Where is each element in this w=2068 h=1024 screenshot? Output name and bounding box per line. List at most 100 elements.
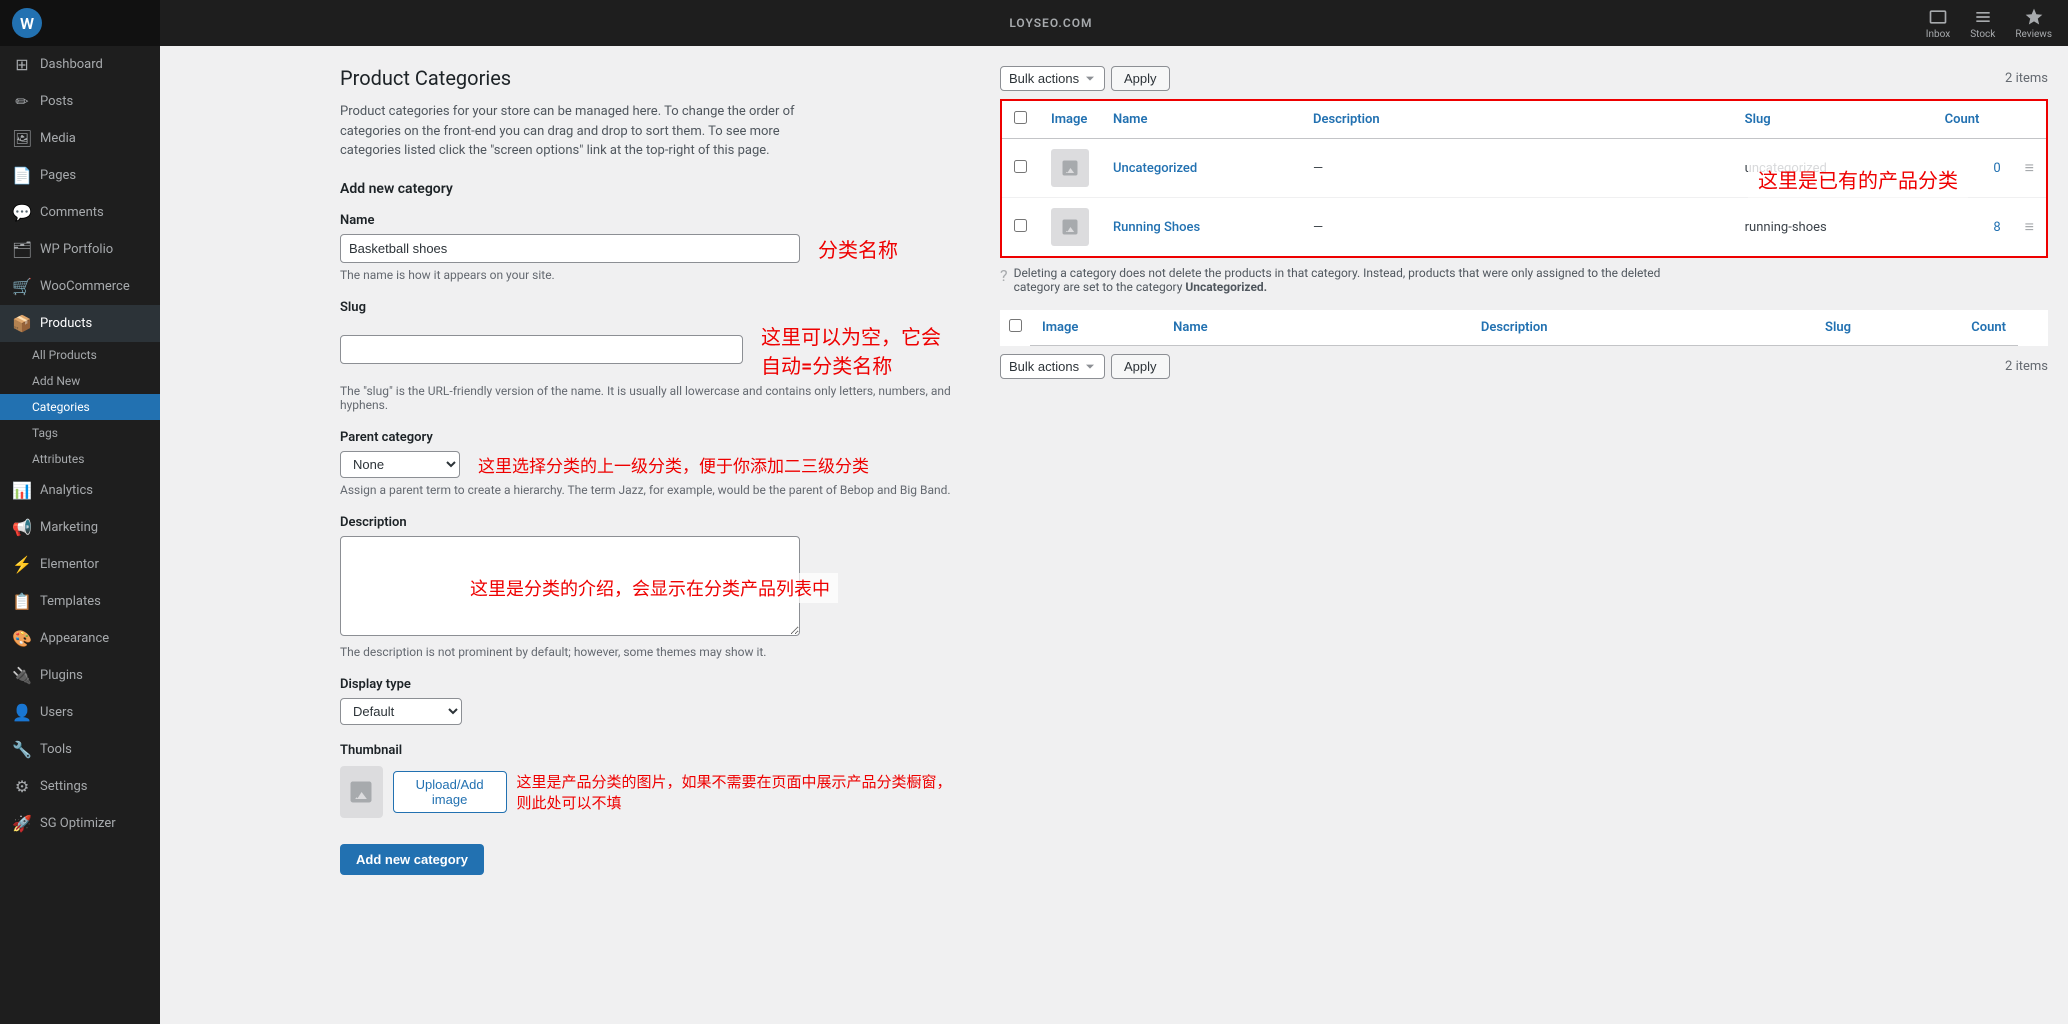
slug-annotation: 这里可以为空，它会自动=分类名称	[761, 321, 960, 379]
row-checkbox[interactable]	[1014, 160, 1027, 173]
sidebar-item-wp-portfolio[interactable]: 🗂 WP Portfolio	[0, 231, 160, 268]
select-all-checkbox[interactable]	[1014, 111, 1027, 124]
row-count-link[interactable]: 8	[1993, 220, 2000, 235]
users-icon: 👤	[12, 703, 32, 722]
left-panel: Product Categories Product categories fo…	[320, 46, 980, 1024]
sidebar-item-pages[interactable]: 📄 Pages	[0, 157, 160, 194]
sidebar-item-categories[interactable]: Categories	[0, 394, 160, 420]
sidebar-item-posts[interactable]: ✏ Posts	[0, 83, 160, 120]
dashboard-icon: ⊞	[12, 55, 32, 74]
sidebar-item-woocommerce[interactable]: 🛒 WooCommerce	[0, 268, 160, 305]
sidebar-item-dashboard[interactable]: ⊞ Dashboard	[0, 46, 160, 83]
category-name-link[interactable]: Uncategorized	[1113, 161, 1197, 176]
form-group-description: Description 这里是分类的介绍，会显示在分类产品列表中 The des…	[340, 515, 960, 659]
slug-input[interactable]	[340, 335, 743, 364]
sidebar-item-analytics[interactable]: 📊 Analytics	[0, 472, 160, 509]
templates-icon: 📋	[12, 592, 32, 611]
sidebar-item-label: Elementor	[40, 557, 99, 572]
row-menu-icon[interactable]: ≡	[2025, 217, 2034, 236]
apply-button-top[interactable]: Apply	[1111, 66, 1170, 91]
woo-icon: 🛒	[12, 277, 32, 296]
bulk-actions-select-bottom[interactable]: Bulk actions	[1000, 354, 1105, 379]
sidebar-item-label: Appearance	[40, 631, 109, 646]
table-header-row: Image Name Description Slug Count	[1001, 100, 2047, 139]
col-actions-header	[2013, 100, 2047, 139]
submenu-label: Categories	[32, 400, 90, 414]
intro-text: Product categories for your store can be…	[340, 102, 840, 161]
sidebar-item-media[interactable]: 🖼 Media	[0, 120, 160, 157]
sidebar-item-label: WooCommerce	[40, 279, 130, 294]
parent-select[interactable]: None	[340, 451, 460, 478]
sidebar-item-attributes[interactable]: Attributes	[0, 446, 160, 472]
sidebar-item-settings[interactable]: ⚙ Settings	[0, 768, 160, 805]
row-menu-icon[interactable]: ≡	[2025, 158, 2034, 177]
row-count-link[interactable]: 0	[1993, 161, 2000, 176]
category-name-link[interactable]: Running Shoes	[1113, 220, 1200, 235]
sidebar: W ⊞ Dashboard ✏ Posts 🖼 Media 📄 Pages 💬 …	[0, 0, 160, 1024]
delete-notice-text: Deleting a category does not delete the …	[1014, 266, 1700, 294]
sidebar-item-all-products[interactable]: All Products	[0, 342, 160, 368]
elementor-icon: ⚡	[12, 555, 32, 574]
col-checkbox-bottom	[1000, 310, 1030, 346]
sidebar-item-tags[interactable]: Tags	[0, 420, 160, 446]
row-checkbox[interactable]	[1014, 219, 1027, 232]
topbar-right: Inbox Stock Reviews	[1926, 7, 2052, 40]
table-bottom-actions: Bulk actions Apply 2 items	[1000, 354, 2048, 379]
inbox-btn[interactable]: Inbox	[1926, 7, 1950, 40]
table-wrapper: Image Name Description Slug Count	[1000, 99, 2048, 258]
apply-button-bottom[interactable]: Apply	[1111, 354, 1170, 379]
sidebar-item-comments[interactable]: 💬 Comments	[0, 194, 160, 231]
submenu-label: Attributes	[32, 452, 84, 466]
display-type-label: Display type	[340, 677, 960, 692]
sg-optimizer-icon: 🚀	[12, 814, 32, 833]
pages-icon: 📄	[12, 166, 32, 185]
sidebar-item-users[interactable]: 👤 Users	[0, 694, 160, 731]
upload-image-button[interactable]: Upload/Add image	[393, 771, 507, 813]
categories-table: Image Name Description Slug Count	[1000, 99, 2048, 258]
name-input[interactable]	[340, 234, 800, 263]
sidebar-item-marketing[interactable]: 📢 Marketing	[0, 509, 160, 546]
form-group-parent: Parent category None 这里选择分类的上一级分类，便于你添加二…	[340, 430, 960, 497]
sidebar-item-tools[interactable]: 🔧 Tools	[0, 731, 160, 768]
row-image-placeholder	[1051, 149, 1089, 187]
settings-icon: ⚙	[12, 777, 32, 796]
topbar-center: LOYSEO.COM	[1009, 16, 1092, 30]
stock-btn[interactable]: Stock	[1970, 7, 1995, 40]
row-actions-cell: ≡	[2013, 139, 2047, 198]
products-icon: 📦	[12, 314, 32, 333]
sidebar-item-sg-optimizer[interactable]: 🚀 SG Optimizer	[0, 805, 160, 842]
sidebar-item-label: Posts	[40, 94, 73, 109]
topbar: LOYSEO.COM Inbox Stock Reviews	[160, 0, 2068, 46]
table-bottom-head: Image Name Description Slug Count	[1000, 310, 2048, 346]
sidebar-item-elementor[interactable]: ⚡ Elementor	[0, 546, 160, 583]
description-textarea[interactable]	[340, 536, 800, 636]
row-actions-cell: ≡	[2013, 198, 2047, 258]
display-type-select[interactable]: Default Products Subcategories Both	[340, 698, 462, 725]
sidebar-item-plugins[interactable]: 🔌 Plugins	[0, 657, 160, 694]
row-name-cell: Running Shoes	[1101, 198, 1301, 258]
table-bottom-header-row: Image Name Description Slug Count	[1000, 310, 2048, 346]
col-checkbox	[1001, 100, 1039, 139]
main-content: Product Categories Product categories fo…	[320, 46, 2068, 1024]
row-checkbox-cell	[1001, 139, 1039, 198]
form-group-display-type: Display type Default Products Subcategor…	[340, 677, 960, 725]
table-top-actions-left: Bulk actions Apply	[1000, 66, 1170, 91]
row-image-cell	[1039, 198, 1101, 258]
sidebar-item-add-new[interactable]: Add New	[0, 368, 160, 394]
plugins-icon: 🔌	[12, 666, 32, 685]
row-desc-cell: —	[1301, 139, 1733, 198]
bulk-actions-select-top[interactable]: Bulk actions	[1000, 66, 1105, 91]
sidebar-item-appearance[interactable]: 🎨 Appearance	[0, 620, 160, 657]
sidebar-item-label: Comments	[40, 205, 104, 220]
add-category-button[interactable]: Add new category	[340, 844, 484, 875]
submenu-label: Tags	[32, 426, 58, 440]
sidebar-item-label: SG Optimizer	[40, 816, 116, 831]
sidebar-item-templates[interactable]: 📋 Templates	[0, 583, 160, 620]
sidebar-item-products[interactable]: 📦 Products	[0, 305, 160, 342]
col-count-header: Count	[1933, 100, 2013, 139]
table-top-actions: Bulk actions Apply 2 items	[1000, 66, 2048, 91]
sidebar-item-label: Media	[40, 131, 76, 146]
select-all-checkbox-bottom[interactable]	[1009, 319, 1022, 332]
reviews-btn[interactable]: Reviews	[2015, 7, 2052, 40]
row-checkbox-cell	[1001, 198, 1039, 258]
